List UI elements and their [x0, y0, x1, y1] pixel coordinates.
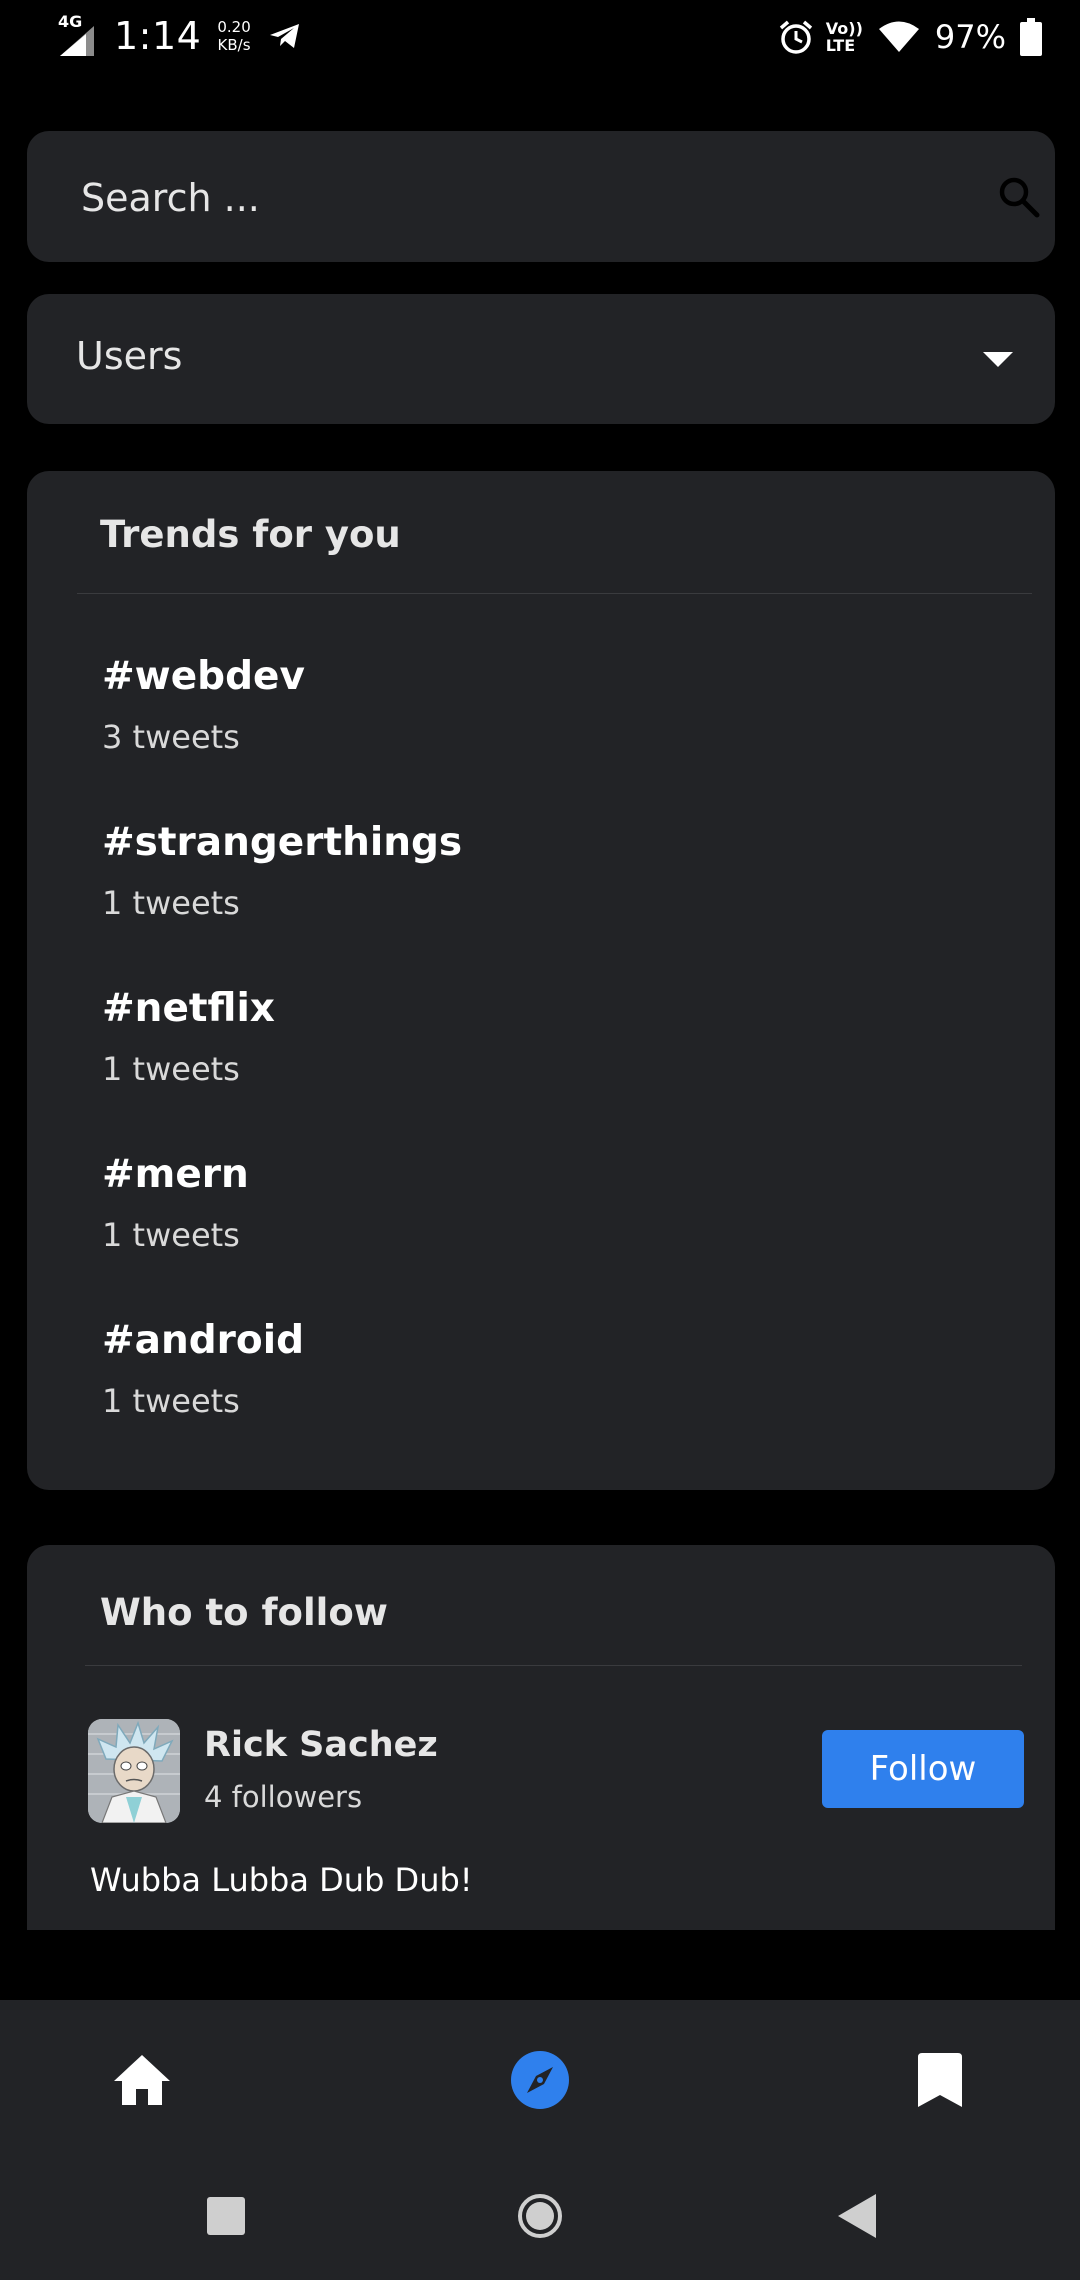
trends-card: Trends for you #webdev 3 tweets #strange…: [27, 471, 1055, 1490]
avatar[interactable]: [88, 1719, 180, 1823]
bookmark-icon: [918, 2053, 962, 2107]
trend-item[interactable]: #mern 1 tweets: [102, 1152, 982, 1292]
who-to-follow-title: Who to follow: [100, 1591, 388, 1634]
search-icon[interactable]: [997, 175, 1041, 219]
trend-count: 3 tweets: [102, 718, 240, 756]
back-triangle-icon: [838, 2194, 876, 2238]
status-bar-right: Vo)) LTE 97%: [778, 18, 1042, 56]
volte-bottom: LTE: [825, 36, 856, 55]
home-button[interactable]: [510, 2186, 570, 2246]
network-speed: 0.20 KB/s: [217, 18, 250, 54]
trend-count: 1 tweets: [102, 1216, 240, 1254]
wifi-icon: [878, 21, 919, 52]
user-followers: 4 followers: [204, 1780, 363, 1814]
volte-top: Vo)): [825, 19, 863, 38]
who-to-follow-card: Who to follow Rick Sachez 4 followers Fo…: [27, 1545, 1055, 1930]
trend-tag: #strangerthings: [102, 820, 463, 865]
battery-icon: [1020, 18, 1042, 56]
recent-apps-button[interactable]: [196, 2186, 256, 2246]
trends-title: Trends for you: [100, 513, 401, 556]
user-name[interactable]: Rick Sachez: [204, 1725, 438, 1765]
filter-select[interactable]: Users: [27, 294, 1055, 424]
back-button[interactable]: [826, 2186, 886, 2246]
filter-selected-value: Users: [76, 334, 183, 378]
divider: [77, 593, 1032, 594]
trend-item[interactable]: #strangerthings 1 tweets: [102, 820, 982, 960]
system-nav-bar: [0, 2156, 1080, 2280]
trend-tag: #webdev: [102, 654, 305, 699]
search-input[interactable]: [79, 131, 943, 264]
clock: 1:14: [114, 14, 202, 58]
status-bar: 4G 1:14 0.20 KB/s Vo)) LTE 97%: [0, 0, 1080, 80]
search-card: [27, 131, 1055, 264]
trend-count: 1 tweets: [102, 884, 240, 922]
telegram-icon: [269, 24, 299, 48]
alarm-icon: [779, 20, 812, 54]
caret-down-icon: [983, 352, 1013, 367]
explore-icon: [511, 2051, 569, 2109]
nav-home[interactable]: [107, 2045, 177, 2115]
trend-item[interactable]: #android 1 tweets: [102, 1318, 982, 1458]
trend-item[interactable]: #netflix 1 tweets: [102, 986, 982, 1126]
trend-tag: #netflix: [102, 986, 275, 1031]
trend-tag: #mern: [102, 1152, 249, 1197]
volte-indicator: Vo)) LTE: [826, 20, 863, 54]
speed-value: 0.20: [217, 18, 251, 36]
trend-tag: #android: [102, 1318, 304, 1363]
trend-count: 1 tweets: [102, 1050, 240, 1088]
square-icon: [207, 2197, 245, 2235]
trend-count: 1 tweets: [102, 1382, 240, 1420]
circle-icon: [518, 2194, 562, 2238]
home-icon: [114, 2055, 170, 2105]
trend-item[interactable]: #webdev 3 tweets: [102, 654, 982, 794]
status-bar-left: 4G 1:14 0.20 KB/s: [58, 12, 301, 60]
avatar-image: [88, 1719, 180, 1823]
bottom-nav: [0, 2000, 1080, 2156]
speed-unit: KB/s: [217, 36, 251, 54]
nav-bookmarks[interactable]: [905, 2045, 975, 2115]
divider: [85, 1665, 1022, 1666]
network-indicator: 4G: [58, 12, 98, 60]
user-bio: Wubba Lubba Dub Dub!: [90, 1861, 473, 1899]
battery-percent: 97%: [934, 18, 1006, 56]
nav-explore[interactable]: [505, 2045, 575, 2115]
follow-button[interactable]: Follow: [822, 1730, 1024, 1808]
signal-icon: [60, 26, 94, 56]
